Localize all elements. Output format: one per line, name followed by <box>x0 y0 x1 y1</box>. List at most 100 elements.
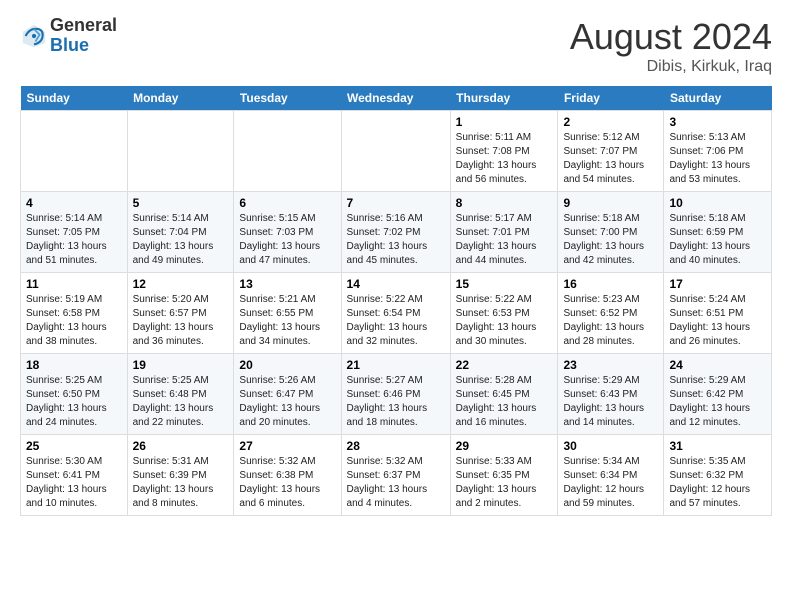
header-monday: Monday <box>127 86 234 111</box>
day-number: 4 <box>26 196 122 210</box>
calendar-cell-w3-d7: 17 Sunrise: 5:24 AM Sunset: 6:51 PM Dayli… <box>664 273 772 354</box>
day-info: Sunrise: 5:28 AM Sunset: 6:45 PM Dayligh… <box>456 374 553 430</box>
day-number: 6 <box>239 196 335 210</box>
calendar-cell-w1-d2 <box>127 111 234 192</box>
day-info: Sunrise: 5:21 AM Sunset: 6:55 PM Dayligh… <box>239 293 335 349</box>
logo-icon <box>20 22 48 50</box>
calendar-cell-w4-d7: 24 Sunrise: 5:29 AM Sunset: 6:42 PM Dayli… <box>664 354 772 435</box>
day-info: Sunrise: 5:29 AM Sunset: 6:42 PM Dayligh… <box>669 374 766 430</box>
day-info: Sunrise: 5:17 AM Sunset: 7:01 PM Dayligh… <box>456 212 553 268</box>
day-info: Sunrise: 5:13 AM Sunset: 7:06 PM Dayligh… <box>669 131 766 187</box>
day-info: Sunrise: 5:22 AM Sunset: 6:54 PM Dayligh… <box>347 293 445 349</box>
calendar-cell-w4-d6: 23 Sunrise: 5:29 AM Sunset: 6:43 PM Dayli… <box>558 354 664 435</box>
day-number: 9 <box>563 196 658 210</box>
day-number: 29 <box>456 439 553 453</box>
calendar-cell-w2-d5: 8 Sunrise: 5:17 AM Sunset: 7:01 PM Daylig… <box>450 192 558 273</box>
day-number: 19 <box>133 358 229 372</box>
day-info: Sunrise: 5:14 AM Sunset: 7:05 PM Dayligh… <box>26 212 122 268</box>
calendar-cell-w5-d1: 25 Sunrise: 5:30 AM Sunset: 6:41 PM Dayli… <box>21 435 128 516</box>
day-info: Sunrise: 5:11 AM Sunset: 7:08 PM Dayligh… <box>456 131 553 187</box>
day-info: Sunrise: 5:16 AM Sunset: 7:02 PM Dayligh… <box>347 212 445 268</box>
calendar-cell-w5-d2: 26 Sunrise: 5:31 AM Sunset: 6:39 PM Dayli… <box>127 435 234 516</box>
calendar-cell-w5-d6: 30 Sunrise: 5:34 AM Sunset: 6:34 PM Dayli… <box>558 435 664 516</box>
day-number: 5 <box>133 196 229 210</box>
header-tuesday: Tuesday <box>234 86 341 111</box>
week-row-3: 11 Sunrise: 5:19 AM Sunset: 6:58 PM Dayli… <box>21 273 772 354</box>
day-number: 8 <box>456 196 553 210</box>
logo-general-text: General <box>50 15 117 35</box>
day-number: 25 <box>26 439 122 453</box>
week-row-4: 18 Sunrise: 5:25 AM Sunset: 6:50 PM Dayli… <box>21 354 772 435</box>
day-number: 1 <box>456 115 553 129</box>
day-number: 17 <box>669 277 766 291</box>
calendar-cell-w1-d1 <box>21 111 128 192</box>
logo-blue-text: Blue <box>50 35 89 55</box>
calendar-cell-w1-d6: 2Sunrise: 5:12 AM Sunset: 7:07 PM Daylig… <box>558 111 664 192</box>
calendar-cell-w3-d3: 13 Sunrise: 5:21 AM Sunset: 6:55 PM Dayli… <box>234 273 341 354</box>
day-info: Sunrise: 5:29 AM Sunset: 6:43 PM Dayligh… <box>563 374 658 430</box>
calendar-table: Sunday Monday Tuesday Wednesday Thursday… <box>20 86 772 516</box>
day-number: 7 <box>347 196 445 210</box>
day-info: Sunrise: 5:27 AM Sunset: 6:46 PM Dayligh… <box>347 374 445 430</box>
day-info: Sunrise: 5:25 AM Sunset: 6:50 PM Dayligh… <box>26 374 122 430</box>
day-info: Sunrise: 5:12 AM Sunset: 7:07 PM Dayligh… <box>563 131 658 187</box>
week-row-5: 25 Sunrise: 5:30 AM Sunset: 6:41 PM Dayli… <box>21 435 772 516</box>
day-info: Sunrise: 5:25 AM Sunset: 6:48 PM Dayligh… <box>133 374 229 430</box>
day-info: Sunrise: 5:20 AM Sunset: 6:57 PM Dayligh… <box>133 293 229 349</box>
calendar-cell-w5-d4: 28 Sunrise: 5:32 AM Sunset: 6:37 PM Dayli… <box>341 435 450 516</box>
week-row-1: 1 Sunrise: 5:11 AM Sunset: 7:08 PM Daylig… <box>21 111 772 192</box>
calendar-cell-w2-d1: 4 Sunrise: 5:14 AM Sunset: 7:05 PM Daylig… <box>21 192 128 273</box>
day-info: Sunrise: 5:14 AM Sunset: 7:04 PM Dayligh… <box>133 212 229 268</box>
logo: General Blue <box>20 16 117 56</box>
day-info: Sunrise: 5:30 AM Sunset: 6:41 PM Dayligh… <box>26 455 122 511</box>
day-number: 3 <box>669 115 766 129</box>
header-wednesday: Wednesday <box>341 86 450 111</box>
day-info: Sunrise: 5:26 AM Sunset: 6:47 PM Dayligh… <box>239 374 335 430</box>
day-info: Sunrise: 5:24 AM Sunset: 6:51 PM Dayligh… <box>669 293 766 349</box>
week-row-2: 4 Sunrise: 5:14 AM Sunset: 7:05 PM Daylig… <box>21 192 772 273</box>
day-info: Sunrise: 5:35 AM Sunset: 6:32 PM Dayligh… <box>669 455 766 511</box>
day-number: 16 <box>563 277 658 291</box>
day-info: Sunrise: 5:32 AM Sunset: 6:37 PM Dayligh… <box>347 455 445 511</box>
day-info: Sunrise: 5:15 AM Sunset: 7:03 PM Dayligh… <box>239 212 335 268</box>
day-number: 30 <box>563 439 658 453</box>
header-friday: Friday <box>558 86 664 111</box>
calendar-cell-w2-d4: 7 Sunrise: 5:16 AM Sunset: 7:02 PM Daylig… <box>341 192 450 273</box>
day-number: 21 <box>347 358 445 372</box>
calendar-cell-w2-d3: 6 Sunrise: 5:15 AM Sunset: 7:03 PM Daylig… <box>234 192 341 273</box>
title-block: August 2024 Dibis, Kirkuk, Iraq <box>570 16 772 76</box>
header: General Blue August 2024 Dibis, Kirkuk, … <box>20 16 772 76</box>
header-sunday: Sunday <box>21 86 128 111</box>
page: General Blue August 2024 Dibis, Kirkuk, … <box>0 0 792 526</box>
day-info: Sunrise: 5:31 AM Sunset: 6:39 PM Dayligh… <box>133 455 229 511</box>
calendar-cell-w5-d7: 31Sunrise: 5:35 AM Sunset: 6:32 PM Dayli… <box>664 435 772 516</box>
calendar-cell-w3-d6: 16Sunrise: 5:23 AM Sunset: 6:52 PM Dayli… <box>558 273 664 354</box>
calendar-cell-w4-d5: 22Sunrise: 5:28 AM Sunset: 6:45 PM Dayli… <box>450 354 558 435</box>
day-number: 11 <box>26 277 122 291</box>
calendar-cell-w4-d2: 19 Sunrise: 5:25 AM Sunset: 6:48 PM Dayli… <box>127 354 234 435</box>
day-number: 26 <box>133 439 229 453</box>
calendar-cell-w5-d5: 29 Sunrise: 5:33 AM Sunset: 6:35 PM Dayli… <box>450 435 558 516</box>
calendar-cell-w1-d7: 3 Sunrise: 5:13 AM Sunset: 7:06 PM Daylig… <box>664 111 772 192</box>
calendar-cell-w2-d6: 9 Sunrise: 5:18 AM Sunset: 7:00 PM Daylig… <box>558 192 664 273</box>
day-info: Sunrise: 5:18 AM Sunset: 7:00 PM Dayligh… <box>563 212 658 268</box>
day-info: Sunrise: 5:19 AM Sunset: 6:58 PM Dayligh… <box>26 293 122 349</box>
day-number: 13 <box>239 277 335 291</box>
day-info: Sunrise: 5:22 AM Sunset: 6:53 PM Dayligh… <box>456 293 553 349</box>
day-number: 24 <box>669 358 766 372</box>
day-number: 15 <box>456 277 553 291</box>
day-info: Sunrise: 5:34 AM Sunset: 6:34 PM Dayligh… <box>563 455 658 511</box>
day-number: 28 <box>347 439 445 453</box>
day-number: 27 <box>239 439 335 453</box>
location-title: Dibis, Kirkuk, Iraq <box>570 58 772 76</box>
calendar-cell-w3-d4: 14Sunrise: 5:22 AM Sunset: 6:54 PM Dayli… <box>341 273 450 354</box>
weekday-header-row: Sunday Monday Tuesday Wednesday Thursday… <box>21 86 772 111</box>
calendar-cell-w4-d3: 20Sunrise: 5:26 AM Sunset: 6:47 PM Dayli… <box>234 354 341 435</box>
day-info: Sunrise: 5:33 AM Sunset: 6:35 PM Dayligh… <box>456 455 553 511</box>
calendar-cell-w3-d1: 11 Sunrise: 5:19 AM Sunset: 6:58 PM Dayli… <box>21 273 128 354</box>
logo-text: General Blue <box>50 16 117 56</box>
day-number: 18 <box>26 358 122 372</box>
calendar-cell-w3-d5: 15 Sunrise: 5:22 AM Sunset: 6:53 PM Dayli… <box>450 273 558 354</box>
day-number: 23 <box>563 358 658 372</box>
day-number: 12 <box>133 277 229 291</box>
